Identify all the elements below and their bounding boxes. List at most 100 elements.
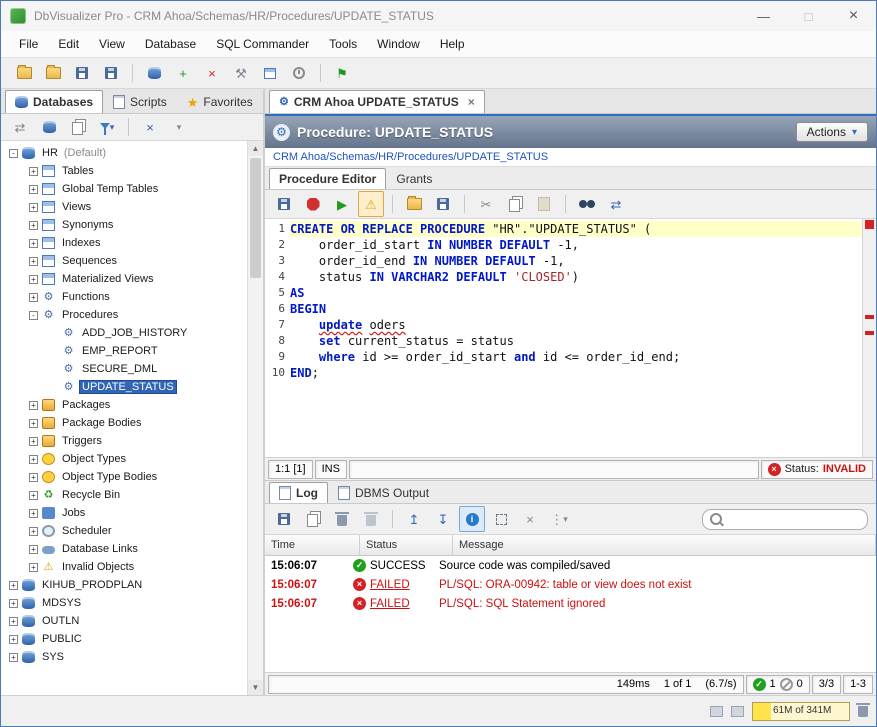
tree-expander[interactable]: + — [29, 509, 38, 518]
add-connection-button[interactable]: + — [170, 60, 196, 86]
tree-expander[interactable]: + — [29, 221, 38, 230]
error-mark[interactable] — [865, 331, 874, 335]
menu-file[interactable]: File — [9, 31, 48, 57]
tab-log[interactable]: Log — [269, 482, 328, 503]
log-row[interactable]: 15:06:07×FAILEDPL/SQL: SQL Statement ign… — [265, 594, 876, 613]
duplicate-connection-button[interactable] — [65, 114, 91, 140]
database-tree[interactable]: -HR(Default)+Tables+Global Temp Tables+V… — [1, 141, 247, 695]
log-search-input[interactable] — [727, 512, 873, 526]
tab-procedure-editor[interactable]: Procedure Editor — [269, 168, 386, 189]
open-button[interactable] — [40, 60, 66, 86]
connections-button[interactable] — [141, 60, 167, 86]
fit-columns-button[interactable] — [488, 506, 514, 532]
tree-expander[interactable]: + — [29, 257, 38, 266]
tree-item-packages[interactable]: +Packages — [5, 396, 247, 414]
tree-expander[interactable]: + — [29, 437, 38, 446]
menu-edit[interactable]: Edit — [48, 31, 89, 57]
tree-item-materialized-views[interactable]: +Materialized Views — [5, 270, 247, 288]
tree-item-functions[interactable]: +⚙Functions — [5, 288, 247, 306]
paste-button[interactable] — [531, 191, 557, 217]
tree-expander[interactable]: - — [9, 149, 18, 158]
tree-item-kihub-prodplan[interactable]: +KIHUB_PRODPLAN — [5, 576, 247, 594]
tree-item-tables[interactable]: +Tables — [5, 162, 247, 180]
find-button[interactable] — [574, 191, 600, 217]
load-from-file-button[interactable] — [401, 191, 427, 217]
remove-connection-button[interactable]: × — [199, 60, 225, 86]
menu-help[interactable]: Help — [430, 31, 475, 57]
menu-sql-commander[interactable]: SQL Commander — [206, 31, 319, 57]
tree-expander[interactable]: + — [29, 167, 38, 176]
execute-button[interactable]: ▶ — [329, 191, 355, 217]
tree-item-indexes[interactable]: +Indexes — [5, 234, 247, 252]
tree-item-secure-dml[interactable]: ⚙SECURE_DML — [5, 360, 247, 378]
tree-item-invalid-objects[interactable]: +⚠Invalid Objects — [5, 558, 247, 576]
tree-item-outln[interactable]: +OUTLN — [5, 612, 247, 630]
tree-expander[interactable]: + — [29, 545, 38, 554]
tree-item-package-bodies[interactable]: +Package Bodies — [5, 414, 247, 432]
tree-expander[interactable]: + — [29, 203, 38, 212]
tab-dbms-output[interactable]: DBMS Output — [328, 482, 439, 503]
menu-window[interactable]: Window — [367, 31, 430, 57]
column-header-time[interactable]: Time — [265, 535, 360, 555]
tree-item-recycle-bin[interactable]: +♻Recycle Bin — [5, 486, 247, 504]
tab-close-icon[interactable]: × — [468, 95, 475, 109]
tree-item-add-job-history[interactable]: ⚙ADD_JOB_HISTORY — [5, 324, 247, 342]
new-table-button[interactable] — [257, 60, 283, 86]
log-row[interactable]: 15:06:07✓SUCCESSSource code was compiled… — [265, 556, 876, 575]
column-options-button[interactable]: ⋮▾ — [546, 506, 572, 532]
tree-item-global-temp-tables[interactable]: +Global Temp Tables — [5, 180, 247, 198]
tree-item-sequences[interactable]: +Sequences — [5, 252, 247, 270]
close-button[interactable]: × — [831, 1, 876, 31]
tree-item-update-status[interactable]: ⚙UPDATE_STATUS — [5, 378, 247, 396]
scroll-up-arrow[interactable]: ▲ — [248, 141, 263, 156]
tree-expander[interactable]: + — [9, 581, 18, 590]
tree-item-emp-report[interactable]: ⚙EMP_REPORT — [5, 342, 247, 360]
tree-expander[interactable]: + — [29, 275, 38, 284]
tree-expander[interactable]: + — [29, 185, 38, 194]
tree-expander[interactable]: + — [9, 617, 18, 626]
menu-tools[interactable]: Tools — [319, 31, 367, 57]
column-header-message[interactable]: Message — [453, 535, 876, 555]
tree-expander[interactable]: + — [29, 473, 38, 482]
copy-button[interactable] — [502, 191, 528, 217]
create-connection-button[interactable] — [36, 114, 62, 140]
tree-expander[interactable]: + — [29, 527, 38, 536]
disconnect-button[interactable]: × — [137, 114, 163, 140]
close-log-button[interactable]: × — [517, 506, 543, 532]
tree-item-procedures[interactable]: -⚙Procedures — [5, 306, 247, 324]
log-copy-button[interactable] — [300, 506, 326, 532]
tree-scrollbar[interactable]: ▲ ▼ — [247, 141, 263, 695]
column-header-status[interactable]: Status — [360, 535, 453, 555]
tree-item-mdsys[interactable]: +MDSYS — [5, 594, 247, 612]
error-mark[interactable] — [865, 220, 874, 229]
maximize-button[interactable]: □ — [786, 1, 831, 31]
scroll-track[interactable] — [248, 156, 263, 680]
show-errors-button[interactable]: ⚠ — [358, 191, 384, 217]
stop-button[interactable] — [300, 191, 326, 217]
sql-commander-button[interactable]: ⚑ — [329, 60, 355, 86]
cut-button[interactable]: ✂ — [473, 191, 499, 217]
tree-item-scheduler[interactable]: +Scheduler — [5, 522, 247, 540]
tree-expander[interactable]: + — [29, 455, 38, 464]
log-export-button[interactable] — [271, 506, 297, 532]
menu-view[interactable]: View — [89, 31, 135, 57]
tree-item-triggers[interactable]: +Triggers — [5, 432, 247, 450]
tree-item-object-types[interactable]: +Object Types — [5, 450, 247, 468]
save-button[interactable] — [69, 60, 95, 86]
tree-expander[interactable]: + — [29, 401, 38, 410]
navigate-button[interactable]: ⇄ — [7, 114, 33, 140]
tree-options-button[interactable]: ▾ — [166, 114, 192, 140]
tree-item-synonyms[interactable]: +Synonyms — [5, 216, 247, 234]
tree-item-hr[interactable]: -HR(Default) — [5, 144, 247, 162]
export-button[interactable] — [430, 191, 456, 217]
log-search-box[interactable] — [702, 509, 868, 530]
tree-expander[interactable]: + — [29, 239, 38, 248]
actions-button[interactable]: Actions ▾ — [796, 122, 868, 142]
tree-expander[interactable]: + — [29, 293, 38, 302]
scroll-down-arrow[interactable]: ▼ — [248, 680, 263, 695]
tab-databases[interactable]: Databases — [5, 90, 103, 113]
error-ruler[interactable] — [862, 219, 876, 457]
tab-grants[interactable]: Grants — [386, 168, 442, 189]
tree-item-sys[interactable]: +SYS — [5, 648, 247, 666]
tree-item-jobs[interactable]: +Jobs — [5, 504, 247, 522]
